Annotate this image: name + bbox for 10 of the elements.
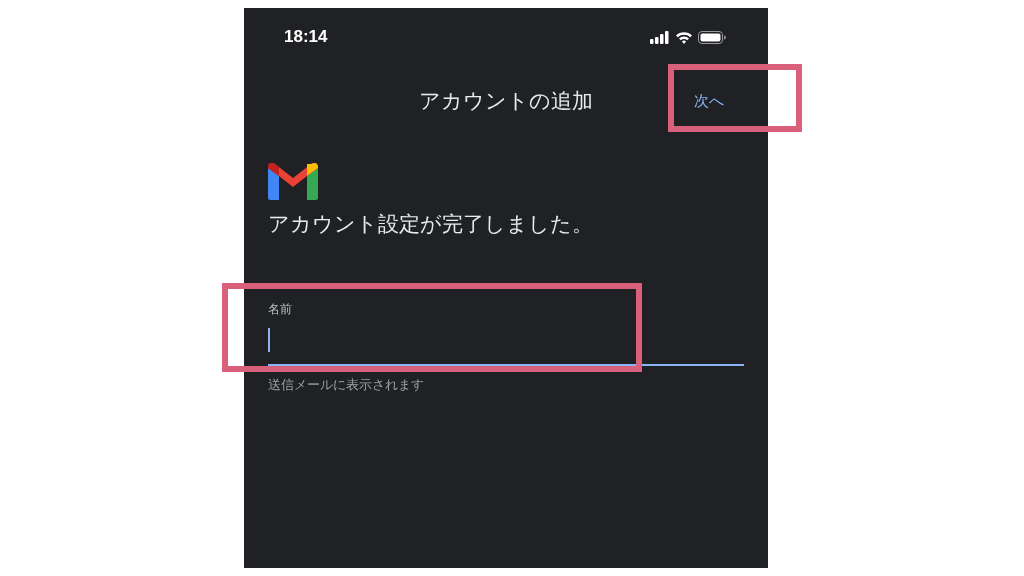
status-time: 18:14	[284, 27, 328, 47]
signal-icon	[650, 30, 670, 44]
wifi-icon	[675, 30, 693, 44]
helper-text: 送信メールに表示されます	[268, 376, 425, 394]
completion-message: アカウント設定が完了しました。	[268, 211, 594, 238]
name-field[interactable]: 名前	[268, 294, 744, 366]
screen-title: アカウントの追加	[419, 88, 593, 115]
mail-logo-icon	[268, 162, 318, 200]
battery-icon	[698, 30, 726, 44]
next-button[interactable]: 次へ	[690, 87, 728, 115]
